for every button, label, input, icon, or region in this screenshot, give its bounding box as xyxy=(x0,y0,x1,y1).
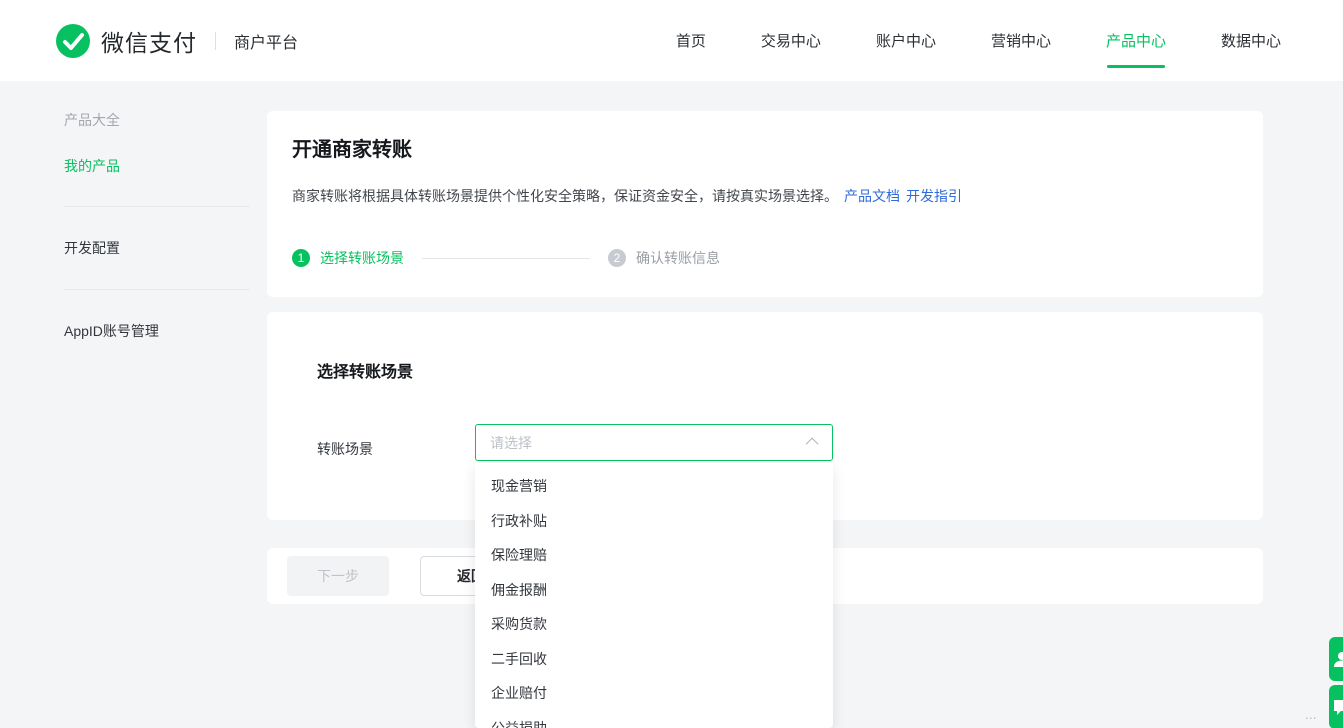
dropdown-option-procurement[interactable]: 采购货款 xyxy=(475,607,833,642)
nav-item-product-center[interactable]: 产品中心 xyxy=(1106,0,1166,81)
step-2-label: 确认转账信息 xyxy=(636,248,720,268)
brand-area[interactable]: 微信支付 商户平台 xyxy=(55,0,298,81)
page-title: 开通商家转账 xyxy=(292,136,1238,164)
top-nav: 首页 交易中心 账户中心 营销中心 产品中心 数据中心 xyxy=(676,0,1281,81)
wechat-pay-logo-icon xyxy=(55,23,91,59)
nav-item-account-center[interactable]: 账户中心 xyxy=(876,0,936,81)
step-connector-line xyxy=(422,258,590,259)
sidebar: 产品大全 我的产品 开发配置 AppID账号管理 xyxy=(64,110,250,341)
sidebar-item-my-products[interactable]: 我的产品 xyxy=(64,156,250,176)
customer-service-icon xyxy=(1332,649,1343,669)
platform-label: 商户平台 xyxy=(234,29,298,53)
page: 微信支付 商户平台 首页 交易中心 账户中心 营销中心 产品中心 数据中心 产品… xyxy=(0,0,1343,728)
top-header: 微信支付 商户平台 首页 交易中心 账户中心 营销中心 产品中心 数据中心 xyxy=(0,0,1343,81)
product-doc-link[interactable]: 产品文档 xyxy=(844,188,900,204)
sidebar-item-dev-config[interactable]: 开发配置 xyxy=(64,238,250,258)
step-1-label: 选择转账场景 xyxy=(320,248,404,268)
nav-item-label: 产品中心 xyxy=(1106,30,1166,51)
sidebar-divider xyxy=(64,289,250,290)
select-placeholder-text: 请选择 xyxy=(490,433,809,453)
sidebar-item-appid-management[interactable]: AppID账号管理 xyxy=(64,321,250,341)
transfer-scene-select[interactable]: 请选择 xyxy=(475,424,833,461)
active-nav-underline xyxy=(1107,65,1165,68)
nav-item-data-center[interactable]: 数据中心 xyxy=(1221,0,1281,81)
dropdown-option-insurance-claim[interactable]: 保险理赔 xyxy=(475,538,833,573)
dropdown-option-cash-marketing[interactable]: 现金营销 xyxy=(475,469,833,504)
transfer-scene-field-label: 转账场景 xyxy=(317,439,373,459)
dropdown-option-clipped[interactable]: 公益捐助 xyxy=(475,711,833,728)
dropdown-option-admin-subsidy[interactable]: 行政补贴 xyxy=(475,504,833,539)
logo-divider xyxy=(215,32,216,50)
step-indicator: 1 选择转账场景 2 确认转账信息 xyxy=(292,248,1238,268)
transfer-scene-dropdown: 现金营销 行政补贴 保险理赔 佣金报酬 采购货款 二手回收 企业赔付 公益捐助 xyxy=(475,463,833,728)
next-step-button[interactable]: 下一步 xyxy=(287,556,389,596)
form-section-title: 选择转账场景 xyxy=(317,358,413,382)
intro-description-text: 商家转账将根据具体转账场景提供个性化安全策略，保证资金安全，请按真实场景选择。 xyxy=(292,188,838,204)
dropdown-option-secondhand-recycle[interactable]: 二手回收 xyxy=(475,642,833,677)
overflow-ellipsis-text: ... xyxy=(1305,706,1317,722)
step-1-circle: 1 xyxy=(292,249,310,267)
step-2-circle: 2 xyxy=(608,249,626,267)
dropdown-option-enterprise-compensation[interactable]: 企业赔付 xyxy=(475,676,833,711)
nav-item-marketing-center[interactable]: 营销中心 xyxy=(991,0,1051,81)
sidebar-divider xyxy=(64,206,250,207)
feedback-chat-icon xyxy=(1332,697,1343,717)
floating-feedback-button[interactable] xyxy=(1329,685,1343,728)
floating-customer-service-button[interactable] xyxy=(1329,637,1343,681)
nav-item-transaction-center[interactable]: 交易中心 xyxy=(761,0,821,81)
nav-item-home[interactable]: 首页 xyxy=(676,0,706,81)
intro-description: 商家转账将根据具体转账场景提供个性化安全策略，保证资金安全，请按真实场景选择。产… xyxy=(292,186,1238,206)
intro-card: 开通商家转账 商家转账将根据具体转账场景提供个性化安全策略，保证资金安全，请按真… xyxy=(267,111,1263,297)
logo-text: 微信支付 xyxy=(101,24,197,58)
dropdown-option-commission[interactable]: 佣金报酬 xyxy=(475,573,833,608)
sidebar-item-product-catalog: 产品大全 xyxy=(64,110,250,130)
dev-guide-link[interactable]: 开发指引 xyxy=(906,188,962,204)
